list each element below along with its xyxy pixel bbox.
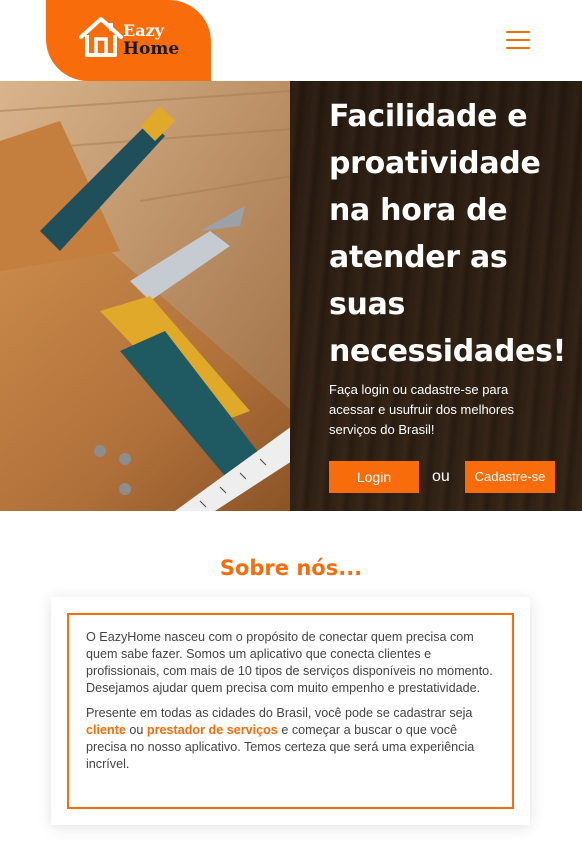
hamburger-menu-icon[interactable] (506, 29, 530, 51)
about-paragraph-1: O EazyHome nasceu com o propósito de con… (86, 630, 493, 695)
about-p2-before: Presente em todas as cidades do Brasil, … (86, 706, 473, 720)
house-icon (79, 17, 123, 57)
client-highlight: cliente (86, 723, 126, 737)
logo-text-eazy: Eazy (123, 21, 164, 40)
about-title: Sobre nós... (219, 556, 363, 580)
logo-text: Eazy Home (123, 21, 179, 59)
about-content: O EazyHome nasceu com o propósito de con… (67, 613, 514, 809)
about-paragraph-2: Presente em todas as cidades do Brasil, … (86, 705, 495, 773)
about-card: O EazyHome nasceu com o propósito de con… (51, 597, 530, 825)
hero-title: Facilidade e proatividade na hora de ate… (329, 99, 567, 369)
login-button[interactable]: Login (329, 461, 419, 493)
provider-highlight: prestador de serviços (146, 723, 278, 737)
header: Eazy Home (0, 0, 582, 81)
logo-text-home: Home (123, 39, 180, 59)
logo[interactable]: Eazy Home (46, 0, 211, 81)
or-label: ou (432, 468, 450, 485)
hero-subtitle: Faça login ou cadastre-se para acessar e… (329, 382, 514, 437)
tool-belt-image (0, 81, 292, 511)
signup-button[interactable]: Cadastre-se (465, 461, 555, 493)
about-p2-or: ou (125, 723, 147, 737)
hero-banner: Facilidade e proatividade na hora de ate… (0, 81, 582, 511)
